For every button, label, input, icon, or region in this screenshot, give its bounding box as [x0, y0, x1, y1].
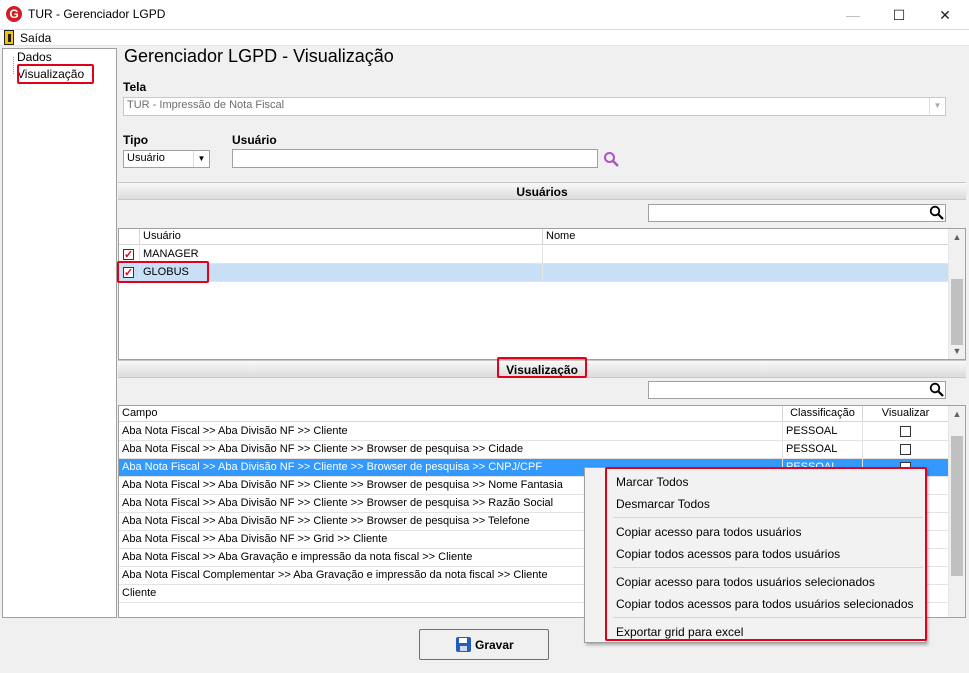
table-row[interactable]: Aba Nota Fiscal >> Aba Divisão NF >> Cli… — [119, 423, 949, 441]
scroll-thumb[interactable] — [951, 436, 963, 576]
row-checkbox[interactable] — [123, 247, 134, 264]
column-header-classificacao[interactable]: Classificação — [783, 406, 863, 422]
tree-item-dados[interactable]: Dados — [17, 50, 52, 64]
menu-exit[interactable]: Saída — [20, 31, 51, 45]
save-button[interactable]: Gravar — [419, 629, 549, 660]
scroll-up-icon[interactable]: ▲ — [949, 229, 965, 245]
search-icon[interactable] — [929, 382, 945, 398]
tree-connector — [13, 57, 14, 74]
scroll-up-icon[interactable]: ▲ — [949, 406, 965, 422]
table-row[interactable]: Aba Nota Fiscal >> Aba Divisão NF >> Cli… — [119, 441, 949, 459]
users-grid-header: Usuário Nome — [119, 229, 949, 245]
highlight-box — [497, 357, 587, 378]
tipo-select[interactable]: Usuário ▼ — [123, 150, 210, 168]
column-header-visualizar[interactable]: Visualizar — [863, 406, 949, 422]
view-grid-header: Campo Classificação Visualizar — [119, 406, 949, 422]
tela-label: Tela — [123, 80, 147, 94]
menu-bar: Saída — [0, 30, 969, 46]
search-icon[interactable] — [603, 151, 619, 167]
users-section-title: Usuários — [516, 185, 568, 199]
visualizar-cell — [863, 441, 949, 459]
highlight-box — [605, 467, 927, 641]
users-filter-input[interactable] — [648, 204, 946, 222]
exit-door-icon[interactable] — [4, 30, 14, 45]
visualizar-checkbox[interactable] — [900, 444, 911, 455]
classificacao-cell: PESSOAL — [783, 441, 863, 459]
usuario-input[interactable] — [232, 149, 598, 168]
window-title: TUR - Gerenciador LGPD — [28, 7, 166, 21]
column-header-campo[interactable]: Campo — [119, 406, 783, 422]
nome-cell — [543, 264, 949, 282]
chevron-down-icon: ▼ — [929, 98, 945, 114]
column-header-check — [119, 229, 140, 245]
view-scrollbar[interactable]: ▲ — [948, 406, 965, 617]
app-logo-icon: G — [6, 6, 22, 22]
page-title: Gerenciador LGPD - Visualização — [124, 46, 394, 66]
scroll-down-icon[interactable]: ▼ — [949, 343, 965, 359]
users-section-header: Usuários — [118, 182, 966, 200]
table-row[interactable]: MANAGER — [119, 246, 949, 264]
tipo-label: Tipo — [123, 133, 149, 147]
tela-select[interactable]: TUR - Impressão de Nota Fiscal ▼ — [123, 97, 946, 116]
close-icon[interactable]: ✕ — [922, 0, 968, 30]
campo-cell: Aba Nota Fiscal >> Aba Divisão NF >> Cli… — [119, 441, 783, 459]
highlight-box — [117, 261, 209, 283]
chevron-down-icon: ▼ — [193, 151, 209, 167]
column-header-usuario[interactable]: Usuário — [140, 229, 543, 245]
search-icon[interactable] — [929, 205, 945, 221]
users-grid: Usuário Nome MANAGER GLOBUS ▲ ▼ — [118, 228, 966, 360]
table-row[interactable]: GLOBUS — [119, 264, 949, 282]
usuario-label: Usuário — [232, 133, 277, 147]
minimize-icon[interactable]: — — [830, 0, 876, 30]
users-scrollbar[interactable]: ▲ ▼ — [948, 229, 965, 359]
floppy-disk-icon — [456, 637, 471, 652]
save-button-label: Gravar — [475, 638, 514, 652]
maximize-icon[interactable]: ☐ — [876, 0, 922, 30]
tipo-value: Usuário — [127, 152, 165, 164]
scroll-thumb[interactable] — [951, 279, 963, 345]
navigation-tree: Dados Visualização — [2, 48, 117, 618]
visualizar-checkbox[interactable] — [900, 426, 911, 437]
highlight-box — [17, 64, 94, 84]
tela-value: TUR - Impressão de Nota Fiscal — [127, 99, 285, 111]
view-filter-input[interactable] — [648, 381, 946, 399]
title-bar: G TUR - Gerenciador LGPD — ☐ ✕ — [0, 0, 969, 30]
classificacao-cell: PESSOAL — [783, 423, 863, 441]
nome-cell — [543, 246, 949, 264]
column-header-nome[interactable]: Nome — [543, 229, 949, 245]
visualizar-cell — [863, 423, 949, 441]
campo-cell: Aba Nota Fiscal >> Aba Divisão NF >> Cli… — [119, 423, 783, 441]
